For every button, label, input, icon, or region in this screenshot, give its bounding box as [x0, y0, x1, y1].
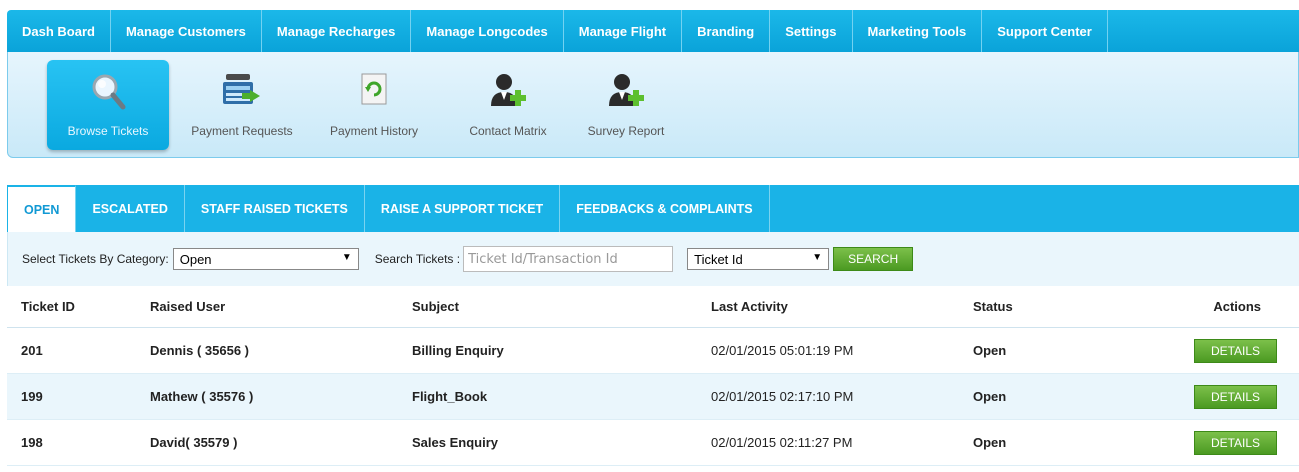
nav-settings[interactable]: Settings [770, 10, 853, 52]
raised-user: Mathew ( 35576 ) [150, 389, 254, 404]
table-row: 199 Mathew ( 35576 ) Flight_Book 02/01/2… [7, 374, 1299, 420]
column-header-ticket-id[interactable]: Ticket ID [21, 286, 75, 327]
search-label: Search Tickets : [374, 252, 461, 266]
ticket-filters: Select Tickets By Category: Open ▼ Searc… [7, 232, 1299, 286]
cash-register-icon [223, 74, 260, 104]
toolbar-label: Survey Report [587, 124, 665, 138]
table-header: Ticket ID Raised User Subject Last Activ… [7, 286, 1299, 328]
tab-staff-raised-tickets[interactable]: STAFF RAISED TICKETS [185, 185, 365, 232]
toolbar-label: Browse Tickets [67, 124, 149, 138]
table-row: 198 David( 35579 ) Sales Enquiry 02/01/2… [7, 420, 1299, 466]
ticket-id: 201 [21, 343, 43, 358]
toolbar-payment-history[interactable]: Payment History [318, 60, 430, 150]
column-header-status[interactable]: Status [973, 286, 1013, 327]
tickets-table: Ticket ID Raised User Subject Last Activ… [7, 286, 1299, 466]
dropdown-arrow-icon: ▼ [341, 252, 352, 263]
details-button[interactable]: DETAILS [1194, 339, 1277, 363]
ticket-id: 199 [21, 389, 43, 404]
ticket-status: Open [973, 389, 1007, 404]
toolbar-label: Payment Requests [191, 124, 293, 138]
toolbar-label: Contact Matrix [469, 124, 547, 138]
nav-support-center[interactable]: Support Center [982, 10, 1108, 52]
details-button[interactable]: DETAILS [1194, 431, 1277, 455]
ticket-tabs: OPEN ESCALATED STAFF RAISED TICKETS RAIS… [7, 185, 1299, 232]
nav-marketing-tools[interactable]: Marketing Tools [853, 10, 983, 52]
tab-feedbacks-complaints[interactable]: FEEDBACKS & COMPLAINTS [560, 185, 770, 232]
raised-user: Dennis ( 35656 ) [150, 343, 249, 358]
column-header-actions: Actions [1213, 299, 1261, 314]
support-toolbar: Browse Tickets Payment Requests Payment … [7, 52, 1299, 158]
search-button[interactable]: SEARCH [833, 247, 914, 271]
raised-user: David( 35579 ) [150, 435, 238, 450]
search-by-select[interactable]: Ticket Id ▼ [687, 248, 830, 270]
nav-branding[interactable]: Branding [682, 10, 771, 52]
dropdown-arrow-icon: ▼ [812, 252, 823, 263]
search-input[interactable]: Ticket Id/Transaction Id [463, 246, 674, 272]
tab-open[interactable]: OPEN [7, 185, 77, 232]
nav-manage-flight[interactable]: Manage Flight [564, 10, 683, 52]
add-user-icon [491, 74, 526, 106]
search-input-placeholder: Ticket Id/Transaction Id [468, 251, 618, 267]
category-label: Select Tickets By Category: [22, 252, 169, 266]
toolbar-payment-requests[interactable]: Payment Requests [178, 60, 306, 150]
toolbar-survey-report[interactable]: Survey Report [576, 60, 676, 150]
last-activity: 02/01/2015 02:17:10 PM [711, 389, 854, 404]
toolbar-browse-tickets[interactable]: Browse Tickets [47, 60, 169, 150]
ticket-subject: Sales Enquiry [412, 435, 498, 450]
ticket-status: Open [973, 343, 1007, 358]
ticket-subject: Flight_Book [412, 389, 488, 404]
refresh-document-icon [361, 73, 387, 105]
nav-manage-longcodes[interactable]: Manage Longcodes [411, 10, 564, 52]
details-button[interactable]: DETAILS [1194, 385, 1277, 409]
top-navigation: Dash Board Manage Customers Manage Recha… [7, 10, 1299, 52]
tab-raise-support-ticket[interactable]: RAISE A SUPPORT TICKET [365, 185, 561, 232]
column-header-subject[interactable]: Subject [412, 286, 459, 327]
last-activity: 02/01/2015 02:11:27 PM [711, 435, 853, 450]
ticket-id: 198 [21, 435, 43, 450]
last-activity: 02/01/2015 05:01:19 PM [711, 343, 854, 358]
column-header-last-activity[interactable]: Last Activity [711, 286, 788, 327]
add-user-icon [609, 74, 644, 106]
category-select-value: Open [179, 251, 212, 267]
toolbar-label: Payment History [329, 124, 419, 138]
ticket-subject: Billing Enquiry [412, 343, 504, 358]
tab-escalated[interactable]: ESCALATED [76, 185, 185, 232]
table-row: 201 Dennis ( 35656 ) Billing Enquiry 02/… [7, 328, 1299, 374]
ticket-status: Open [973, 435, 1007, 450]
nav-manage-recharges[interactable]: Manage Recharges [262, 10, 412, 52]
nav-manage-customers[interactable]: Manage Customers [111, 10, 262, 52]
search-by-value: Ticket Id [694, 251, 743, 267]
column-header-raised-user[interactable]: Raised User [150, 286, 225, 327]
toolbar-contact-matrix[interactable]: Contact Matrix [458, 60, 558, 150]
nav-dashboard[interactable]: Dash Board [7, 10, 111, 52]
magnifier-icon [92, 74, 126, 110]
category-select[interactable]: Open ▼ [172, 248, 359, 270]
